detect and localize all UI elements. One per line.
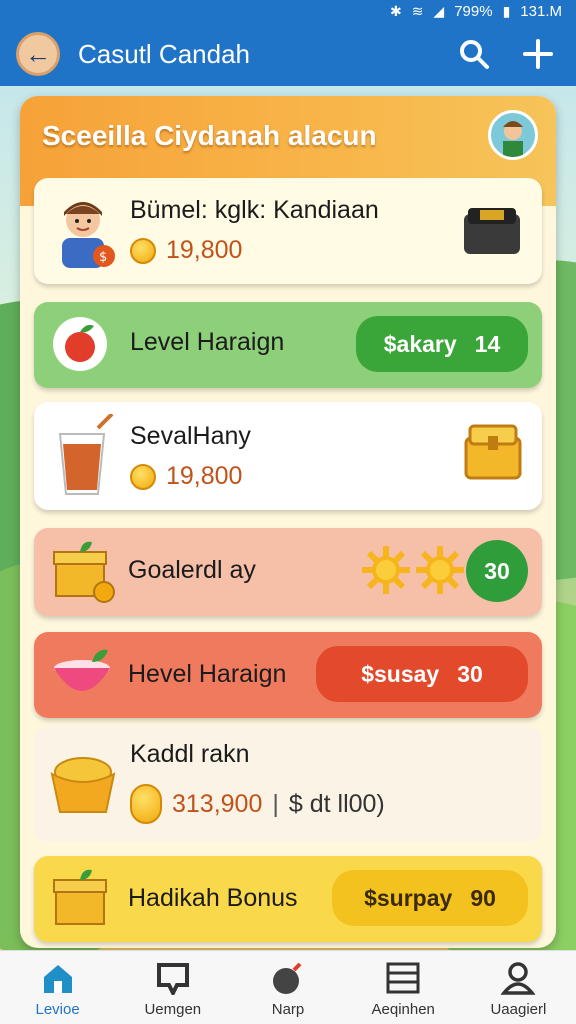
nav-item-home[interactable]: Levioe <box>0 951 115 1024</box>
amount-text: 19,800 <box>166 236 243 264</box>
nav-label: Uemgen <box>144 1001 202 1018</box>
amount-text: 313,900 <box>172 789 263 818</box>
pie-icon <box>50 757 116 813</box>
back-arrow-icon: ← <box>25 38 51 69</box>
nav-item-list[interactable]: Aeqinhen <box>346 951 461 1024</box>
list-item[interactable]: SevalHany 19,800 <box>34 402 542 510</box>
coin-icon <box>130 463 156 490</box>
card-title: Bümel: kglk: Kandiaan <box>130 196 379 224</box>
app-title: Casutl Candah <box>78 38 250 69</box>
chat-icon <box>156 963 189 995</box>
list-item[interactable]: Level Haraign $akary 14 <box>34 302 542 388</box>
panel-title: Sceeilla Ciydanah alacun <box>42 120 377 151</box>
nav-item-profile[interactable]: Uaagierl <box>461 951 576 1024</box>
battery-icon: ▮ <box>502 2 511 19</box>
pill-value: 90 <box>470 884 496 911</box>
status-bar: ✱ ≋ ◢ 799% ▮ 131.M <box>0 0 576 22</box>
plus-icon <box>523 39 553 69</box>
sun-icon <box>416 546 464 594</box>
divider: | <box>272 789 279 818</box>
nav-label: Narp <box>271 1001 305 1018</box>
back-button[interactable]: ← <box>16 32 60 76</box>
bluetooth-icon: ✱ <box>389 2 402 19</box>
coin-icon <box>130 237 156 264</box>
coin-amount: 19,800 <box>130 236 242 265</box>
chest-icon[interactable] <box>460 200 524 260</box>
avatar[interactable] <box>488 110 538 160</box>
gift-box-icon <box>53 869 107 925</box>
svg-text:$: $ <box>99 250 107 265</box>
nav-item-map[interactable]: Narp <box>230 951 345 1024</box>
list-item[interactable]: $ Bümel: kglk: Kandiaan 19,800 <box>34 178 542 284</box>
sun-icon <box>362 546 410 594</box>
yellow-chest-icon[interactable] <box>462 420 524 482</box>
pill-value: 14 <box>474 330 501 357</box>
card-title: Hevel Haraign <box>128 660 287 688</box>
gift-box-icon <box>53 541 115 603</box>
nav-label: Uaagierl <box>490 1001 547 1018</box>
pill-value: 30 <box>457 660 483 687</box>
clock: 131.M <box>520 2 562 20</box>
juice-glass-icon <box>58 414 114 495</box>
bottom-navigation: Levioe Uemgen Narp Aeqinhen Uaagierl <box>0 950 576 1024</box>
character-icon <box>503 121 523 157</box>
bowl-icon <box>54 649 110 691</box>
badge-value: 30 <box>484 557 510 584</box>
pill-label: $akary <box>383 330 457 357</box>
nav-item-chat[interactable]: Uemgen <box>115 951 230 1024</box>
reward-pill[interactable]: $akary 14 <box>356 316 528 372</box>
character-icon: $ <box>62 202 115 268</box>
extra-text: $ dt ll00) <box>288 789 385 818</box>
signal-icon: ◢ <box>433 2 445 19</box>
home-icon <box>43 965 72 993</box>
list-icon <box>386 962 420 994</box>
coin-icon <box>130 784 162 824</box>
list-item[interactable]: Hadikah Bonus $surpay 90 <box>34 856 542 942</box>
card-title: Level Haraign <box>130 328 285 356</box>
bomb-icon <box>273 962 302 994</box>
list-item[interactable]: Hevel Haraign $susay 30 <box>34 632 542 718</box>
coin-amount: 19,800 <box>130 462 242 491</box>
card-title: Goalerdl ay <box>128 556 256 584</box>
apple-icon <box>53 317 107 371</box>
coin-amount: 313,900 | $ dt ll00) <box>130 784 385 824</box>
reward-pill[interactable]: $surpay 90 <box>332 870 528 926</box>
list-item[interactable]: Kaddl rakn 313,900 | $ dt ll00) <box>34 726 542 842</box>
card-title: SevalHany <box>130 422 251 450</box>
main-panel: Sceeilla Ciydanah alacun $ Bümel: kglk: … <box>20 96 556 948</box>
amount-text: 19,800 <box>166 462 243 490</box>
pill-label: $susay <box>361 660 440 687</box>
card-title: Hadikah Bonus <box>128 884 298 912</box>
list-item[interactable]: Goalerdl ay 30 <box>34 528 542 616</box>
card-title: Kaddl rakn <box>130 740 250 768</box>
search-button[interactable] <box>452 32 496 76</box>
nav-label: Levioe <box>35 1001 80 1018</box>
battery-text: 799% <box>454 2 493 20</box>
nav-label: Aeqinhen <box>371 1001 435 1018</box>
pill-label: $surpay <box>364 884 453 911</box>
wifi-icon: ≋ <box>411 2 424 19</box>
app-bar: ← Casutl Candah <box>0 22 576 86</box>
reward-badge[interactable]: 30 <box>466 540 528 602</box>
add-button[interactable] <box>516 32 560 76</box>
search-icon <box>460 40 489 69</box>
profile-icon <box>500 962 536 995</box>
reward-pill[interactable]: $susay 30 <box>316 646 528 702</box>
